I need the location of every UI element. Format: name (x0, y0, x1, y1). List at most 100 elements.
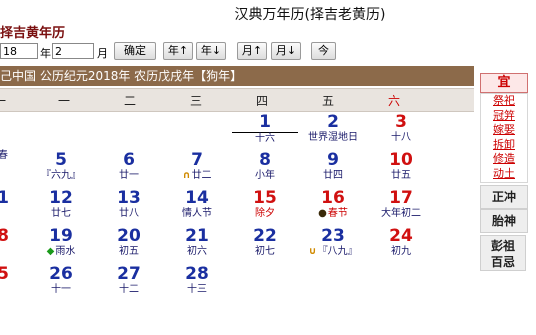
day-cell[interactable]: 7 ∩廿二 (164, 150, 230, 187)
day-marker-icon: ● (318, 208, 327, 219)
day-lunar-label: 廿五 (368, 170, 434, 182)
day-lunar-label: 小年 (232, 170, 298, 182)
day-cell[interactable]: 27 十二 (96, 264, 162, 301)
weekday-label: 一 (57, 94, 70, 108)
pengzu-cell: 彭祖 百忌 (480, 235, 526, 271)
date-controls: 年 月 确定 年↑ 年↓ 月↑ 月↓ 今 (0, 40, 536, 64)
day-lunar-label: 十三 (164, 284, 230, 296)
day-lunar-text: 『八九』 (317, 246, 358, 257)
day-cell[interactable]: 15 除夕 (232, 188, 298, 225)
day-lunar-label: 初五 (96, 246, 162, 258)
day-lunar-label: 初九 (368, 246, 434, 258)
next-year-button[interactable]: 年↓ (196, 42, 226, 60)
day-cell[interactable]: 20 初五 (96, 226, 162, 263)
day-number: 5 (55, 150, 67, 170)
day-cell[interactable]: 17 大年初二 (368, 188, 434, 225)
day-number: 13 (117, 188, 141, 208)
day-lunar-label: 十一 (28, 284, 94, 296)
day-number: 22 (253, 226, 277, 246)
yi-item-link[interactable]: 动土 (481, 167, 527, 182)
day-lunar-label: 初七 (232, 246, 298, 258)
yi-header: 宜 (480, 73, 528, 93)
day-number: 26 (49, 264, 73, 284)
day-lunar-label: ∩廿二 (164, 170, 230, 182)
app-title: 汉典万年历(择吉老黄历) (234, 7, 386, 23)
day-lunar-text: 十六 (255, 133, 275, 144)
day-number: 20 (117, 226, 141, 246)
day-cell[interactable]: 8 小年 (232, 150, 298, 187)
prev-year-button[interactable]: 年↑ (163, 42, 193, 60)
yi-item-link[interactable]: 嫁娶 (481, 123, 527, 138)
day-cell[interactable]: 22 初七 (232, 226, 298, 263)
day-lunar-text: 『六九』 (41, 170, 81, 181)
day-lunar-label: 大年初二 (368, 208, 434, 220)
day-lunar-text: 十一 (51, 284, 71, 295)
day-cell[interactable]: 2 世界湿地日 (300, 112, 366, 149)
weekday-label: 三 (189, 94, 202, 108)
day-cell[interactable]: 19 ◆雨水 (28, 226, 94, 263)
day-lunar-label: 除夕 (232, 208, 298, 220)
year-unit-label: 年 (40, 47, 51, 60)
day-cell[interactable]: 16 ●春节 (300, 188, 366, 225)
day-cell[interactable]: 10 廿五 (368, 150, 434, 187)
weekday-header: 一一二三四五六 (0, 88, 474, 112)
day-marker-icon: ◆ (46, 246, 55, 257)
day-lunar-text: 十八 (391, 132, 411, 143)
day-cell[interactable]: 21 初六 (164, 226, 230, 263)
confirm-button[interactable]: 确定 (114, 42, 156, 60)
day-lunar-text: 廿五 (391, 170, 411, 181)
yi-item-link[interactable]: 修造 (481, 152, 527, 167)
day-cell[interactable]: 26 十一 (28, 264, 94, 301)
day-cell[interactable]: 24 初九 (368, 226, 434, 263)
day-cell[interactable]: 28 十三 (164, 264, 230, 301)
pengzu-line1: 彭祖 (490, 239, 515, 253)
weekday-label: 四 (255, 94, 268, 108)
today-button[interactable]: 今 (311, 42, 336, 60)
day-number: 12 (49, 188, 73, 208)
year-input[interactable] (0, 43, 38, 59)
weekday-label: 一 (0, 92, 30, 109)
yi-item-link[interactable]: 拆卸 (481, 138, 527, 153)
day-lunar-label: 廿一 (96, 170, 162, 182)
day-lunar-text: 除夕 (255, 208, 275, 219)
day-lunar-text: 廿一 (119, 170, 139, 181)
day-lunar-label: 『六九』 (28, 170, 94, 182)
day-cell[interactable]: 9 廿四 (300, 150, 366, 187)
yi-item-link[interactable]: 冠笄 (481, 109, 527, 124)
day-cell[interactable]: 1 十六 (232, 112, 298, 149)
day-cell[interactable]: 5 『六九』 (28, 150, 94, 187)
day-lunar-label: ●春节 (300, 208, 366, 220)
day-lunar-text: 廿二 (191, 170, 212, 181)
month-input[interactable] (52, 43, 94, 59)
day-cell[interactable]: 12 廿七 (28, 188, 94, 225)
day-lunar-text: 廿七 (51, 208, 71, 219)
page-subtitle: 择吉黄年历 (0, 26, 66, 41)
day-lunar-label: 廿四 (300, 170, 366, 182)
prev-month-button[interactable]: 月↑ (237, 42, 267, 60)
day-number: 9 (327, 150, 339, 170)
almanac-side-panel: 宜 祭祀 冠笄 嫁娶 拆卸 修造 动土 正冲 胎神 彭祖 百忌 (480, 73, 536, 283)
day-lunar-text: 雨水 (55, 246, 76, 257)
day-lunar-text: 十三 (187, 284, 207, 295)
day-lunar-label: 情人节 (164, 208, 230, 220)
calendar-info-bar: 己中国 公历纪元2018年 农历戊戌年【狗年】 (0, 66, 474, 86)
next-month-button[interactable]: 月↓ (271, 42, 301, 60)
day-cell[interactable]: 3 十八 (368, 112, 434, 149)
day-cell[interactable]: 14 情人节 (164, 188, 230, 225)
day-cell[interactable]: 23 ∪『八九』 (300, 226, 366, 263)
day-lunar-text: 大年初二 (381, 208, 421, 219)
day-lunar-text: 初六 (187, 246, 207, 257)
day-lunar-text: 十二 (119, 284, 139, 295)
day-marker-icon: ∪ (308, 246, 317, 257)
day-number: 23 (321, 226, 345, 246)
day-number: 8 (259, 150, 271, 170)
day-lunar-label: 十二 (96, 284, 162, 296)
day-number: 16 (321, 188, 345, 208)
day-cell[interactable]: 6 廿一 (96, 150, 162, 187)
day-cell[interactable]: 13 廿八 (96, 188, 162, 225)
day-number: 21 (185, 226, 209, 246)
day-lunar-text: 春 (0, 150, 8, 161)
day-number: 19 (49, 226, 73, 246)
yi-item-link[interactable]: 祭祀 (481, 94, 527, 109)
zhengchong-cell: 正冲 (480, 185, 528, 209)
